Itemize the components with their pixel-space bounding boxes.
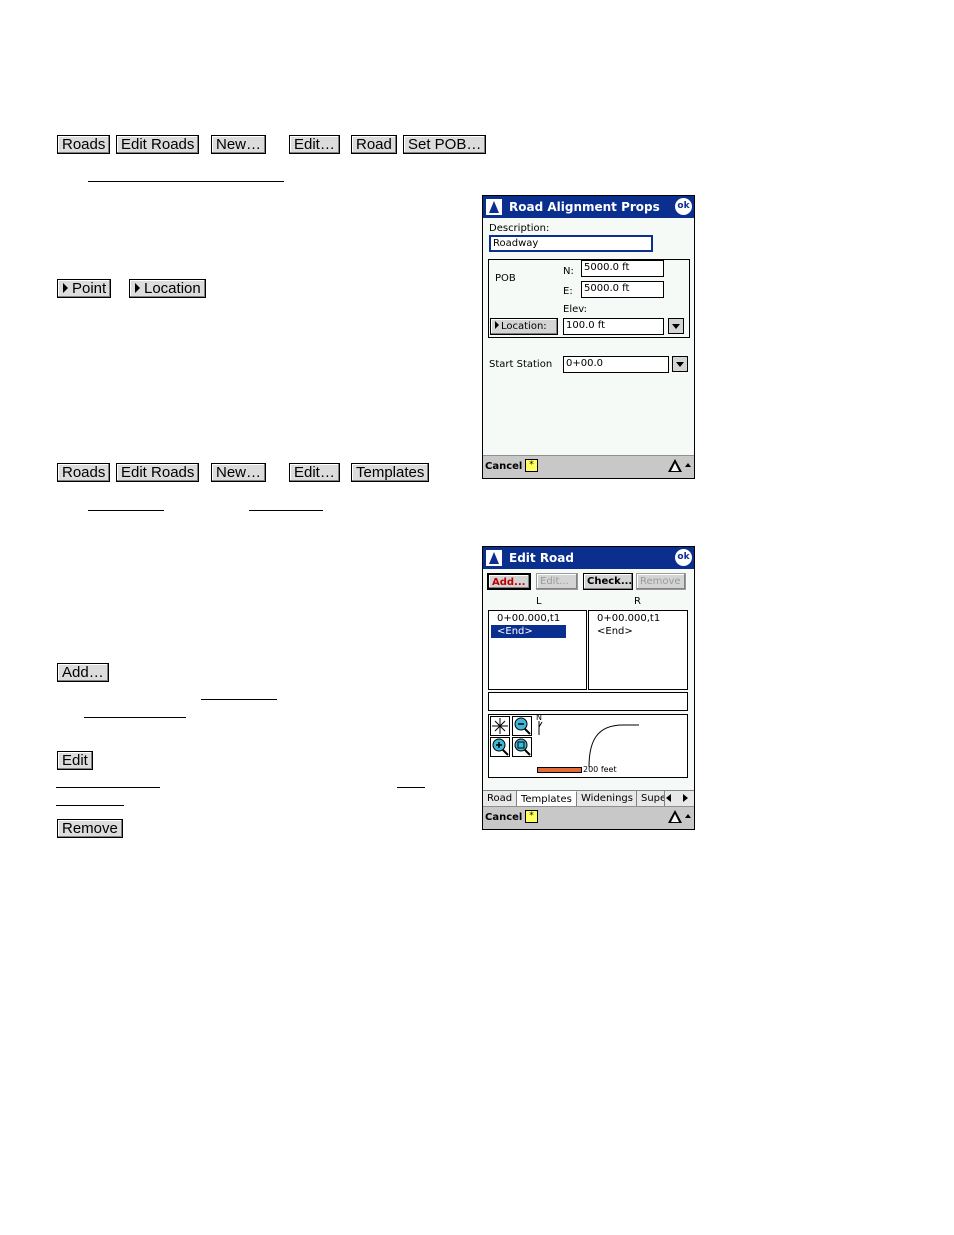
zoom-out-icon[interactable] (512, 716, 532, 736)
e-label: E: (563, 286, 573, 297)
triangle-right-icon (63, 283, 68, 294)
tab-scroll-right-icon[interactable] (683, 794, 688, 802)
info-field (488, 692, 688, 711)
warning-icon[interactable] (668, 459, 682, 472)
add-button[interactable]: Add… (57, 663, 109, 682)
description-label: Description: (489, 223, 550, 234)
underline (84, 717, 186, 718)
bottom-bar: Cancel * (483, 455, 694, 478)
start-logo-icon[interactable] (486, 550, 502, 566)
check-pda-button[interactable]: Check... (583, 573, 633, 590)
sip-keyboard-icon[interactable]: * (525, 810, 538, 823)
location-pda-label: Location: (501, 321, 547, 332)
elevation-field[interactable]: 100.0 ft (563, 318, 664, 335)
ok-button[interactable]: ok (675, 198, 692, 215)
cancel-button[interactable]: Cancel (485, 461, 522, 472)
title-bar: Edit Road ok (483, 547, 694, 569)
location-pda-button[interactable]: Location: (490, 318, 558, 335)
list-item-selected[interactable]: <End> (491, 625, 566, 638)
edit-button-3[interactable]: Edit (57, 751, 93, 770)
warning-icon[interactable] (668, 810, 682, 823)
easting-field[interactable]: 5000.0 ft (581, 281, 664, 298)
zoom-in-icon[interactable] (490, 737, 510, 757)
description-field[interactable]: Roadway (489, 235, 653, 252)
start-station-field[interactable]: 0+00.0 (563, 356, 669, 373)
tab-scroll-left-icon[interactable] (666, 794, 671, 802)
start-station-label: Start Station (489, 359, 553, 370)
underline (56, 787, 160, 788)
remove-pda-button[interactable]: Remove (636, 573, 686, 590)
underline (56, 805, 124, 806)
right-column-label: R (634, 596, 641, 607)
road-alignment-props-window: Road Alignment Props ok Description: Roa… (482, 195, 695, 479)
new-button[interactable]: New… (211, 135, 267, 154)
road-button[interactable]: Road (351, 135, 397, 154)
underline (201, 699, 277, 700)
right-template-list[interactable]: 0+00.000,t1 <End> (588, 610, 688, 690)
point-button[interactable]: Point (57, 279, 112, 298)
left-template-list[interactable]: 0+00.000,t1 <End> (488, 610, 587, 690)
up-arrow-icon[interactable] (685, 814, 691, 818)
tab-widenings[interactable]: Widenings (577, 791, 637, 807)
underline (249, 510, 323, 511)
edit-road-window: Edit Road ok Add... Edit... Check... Rem… (482, 546, 695, 830)
location-label: Location (144, 280, 201, 297)
scale-bar (537, 767, 582, 773)
edit-pda-button[interactable]: Edit... (536, 573, 578, 590)
underline (397, 787, 425, 788)
zoom-extents-icon[interactable] (490, 716, 510, 736)
roads-button-2[interactable]: Roads (57, 463, 111, 482)
roads-button[interactable]: Roads (57, 135, 111, 154)
tab-road[interactable]: Road (483, 791, 517, 807)
north-arrow-icon (538, 721, 543, 735)
underline (88, 181, 284, 182)
road-alignment-drawing (588, 724, 639, 768)
triangle-right-icon (495, 321, 499, 329)
window-title: Road Alignment Props (509, 200, 660, 214)
start-logo-icon[interactable] (486, 199, 502, 215)
triangle-right-icon (135, 283, 140, 294)
edit-button-2[interactable]: Edit… (289, 463, 340, 482)
bottom-bar: Cancel * (483, 806, 694, 829)
left-column-label: L (536, 596, 542, 607)
add-pda-button[interactable]: Add... (487, 573, 531, 590)
tab-templates[interactable]: Templates (517, 791, 577, 807)
northing-field[interactable]: 5000.0 ft (581, 260, 664, 277)
list-item[interactable]: 0+00.000,t1 (591, 612, 666, 625)
list-item[interactable]: <End> (591, 625, 639, 638)
start-station-dropdown-icon[interactable] (672, 356, 688, 372)
edit-roads-button-2[interactable]: Edit Roads (116, 463, 200, 482)
underline (88, 510, 164, 511)
remove-button[interactable]: Remove (57, 819, 123, 838)
zoom-window-icon[interactable] (512, 737, 532, 757)
up-arrow-icon[interactable] (685, 463, 691, 467)
n-label: N: (563, 266, 574, 277)
pob-label: POB (495, 273, 516, 284)
edit-roads-button[interactable]: Edit Roads (116, 135, 200, 154)
new-button-2[interactable]: New… (211, 463, 267, 482)
cancel-button[interactable]: Cancel (485, 812, 522, 823)
list-item[interactable]: 0+00.000,t1 (491, 612, 566, 625)
templates-button[interactable]: Templates (351, 463, 430, 482)
scale-label: 200 feet (583, 765, 617, 774)
set-pob-button[interactable]: Set POB… (403, 135, 487, 154)
location-button[interactable]: Location (129, 279, 206, 298)
ok-button[interactable]: ok (675, 549, 692, 566)
elevation-dropdown-icon[interactable] (668, 318, 684, 334)
tab-supe[interactable]: Supe (637, 791, 665, 807)
title-bar: Road Alignment Props ok (483, 196, 694, 218)
elev-label: Elev: (563, 304, 587, 315)
window-title: Edit Road (509, 551, 574, 565)
sip-keyboard-icon[interactable]: * (525, 459, 538, 472)
point-label: Point (72, 280, 107, 297)
edit-button[interactable]: Edit… (289, 135, 340, 154)
